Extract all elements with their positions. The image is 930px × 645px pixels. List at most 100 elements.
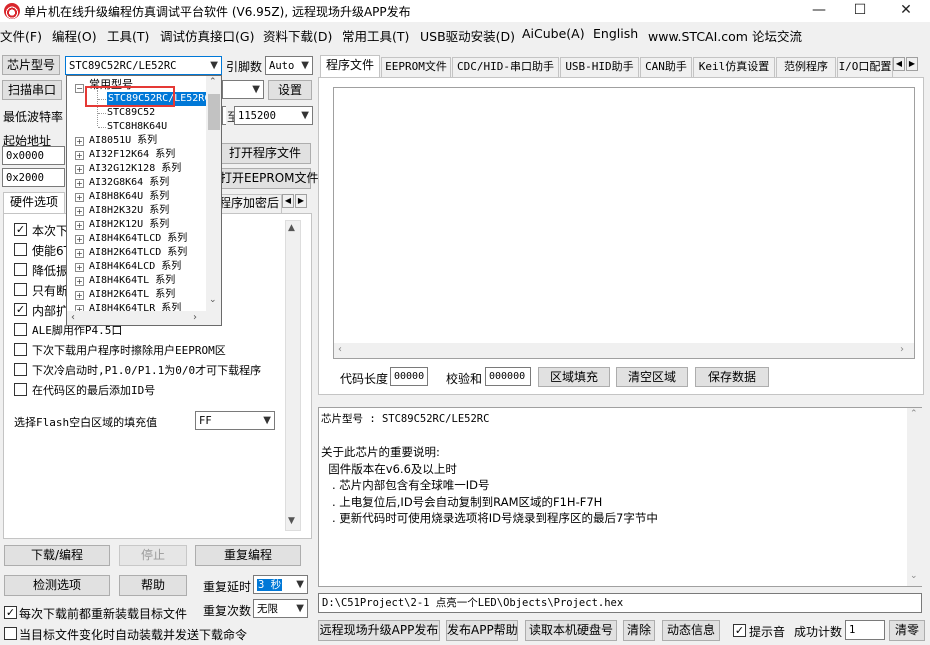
beep-checkbox[interactable]: ✓ — [733, 624, 746, 637]
option-checkbox-6[interactable] — [14, 343, 27, 356]
code-hex-view[interactable]: ‹ › — [333, 87, 915, 359]
hex-hscrollbar[interactable]: ‹ › — [334, 343, 914, 358]
menu-english[interactable]: English — [593, 26, 638, 41]
fill-value-combo[interactable]: FF ▼ — [195, 411, 275, 430]
tree-item[interactable]: STC8H8K64U — [107, 120, 167, 134]
dropdown-vscrollbar[interactable]: ⌃ ⌄ — [206, 76, 221, 311]
option-checkbox-0[interactable]: ✓ — [14, 223, 27, 236]
tab-6[interactable]: 范例程序 — [776, 57, 836, 77]
option-checkbox-2[interactable] — [14, 263, 27, 276]
check-options-button[interactable]: 检测选项 — [4, 575, 110, 596]
menu-aicube[interactable]: AiCube(A) — [522, 26, 585, 41]
download-program-button[interactable]: 下载/编程 — [4, 545, 110, 566]
tree-series-item[interactable]: AI8H2K64TLCD 系列 — [89, 246, 187, 260]
tab-scroll-right-icon[interactable]: ▶ — [906, 57, 918, 71]
menu-file[interactable]: 文件(F) — [0, 26, 42, 45]
scroll-up-icon[interactable]: ⌃ — [209, 77, 217, 87]
min-baud-combo[interactable] — [222, 106, 226, 125]
expand-icon[interactable]: + — [75, 137, 84, 146]
area-fill-button[interactable]: 区域填充 — [538, 367, 610, 387]
option-checkbox-7[interactable] — [14, 363, 27, 376]
expand-icon[interactable]: + — [75, 277, 84, 286]
menu-program[interactable]: 编程(O) — [52, 26, 97, 45]
max-baud-combo[interactable]: 115200 ▼ — [234, 106, 313, 125]
dynamic-info-button[interactable]: 动态信息 — [662, 620, 720, 641]
tree-series-item[interactable]: AI8H2K32U 系列 — [89, 204, 169, 218]
tab-2[interactable]: CDC/HID-串口助手 — [452, 57, 559, 77]
repeat-count-combo[interactable]: 无限 ▼ — [253, 599, 308, 618]
tree-series-item[interactable]: AI32G8K64 系列 — [89, 176, 169, 190]
chip-dropdown-list[interactable]: − 常用型号 STC89C52RC/LE52RC STC89C52 STC8H8K64U… — [66, 75, 222, 326]
collapse-icon[interactable]: − — [75, 84, 84, 93]
tree-series-item[interactable]: AI32G12K128 系列 — [89, 162, 181, 176]
tab-scroll-left-icon[interactable]: ◀ — [282, 194, 294, 208]
option-checkbox-1[interactable] — [14, 243, 27, 256]
expand-icon[interactable]: + — [75, 221, 84, 230]
start-address-field[interactable]: 0x0000 — [2, 146, 65, 165]
expand-icon[interactable]: + — [75, 291, 84, 300]
save-data-button[interactable]: 保存数据 — [695, 367, 769, 387]
scroll-down-icon[interactable]: ⌄ — [910, 571, 918, 581]
clear-area-button[interactable]: 清空区域 — [616, 367, 688, 387]
expand-icon[interactable]: + — [75, 263, 84, 272]
scan-port-button[interactable]: 扫描串口 — [2, 80, 62, 100]
info-scrollbar[interactable]: ⌃ ⌄ — [907, 408, 922, 586]
menu-usb-driver[interactable]: USB驱动安装(D) — [420, 26, 515, 45]
menu-tools[interactable]: 工具(T) — [107, 26, 149, 45]
settings-button[interactable]: 设置 — [268, 80, 312, 100]
scroll-left-icon[interactable]: ‹ — [338, 344, 342, 355]
scroll-down-icon[interactable]: ⌄ — [209, 295, 217, 305]
reprogram-button[interactable]: 重复编程 — [195, 545, 301, 566]
open-program-file-button[interactable]: 打开程序文件 — [219, 143, 311, 164]
tree-series-item[interactable]: AI8H4K64TL 系列 — [89, 274, 175, 288]
tab-0[interactable]: 程序文件 — [320, 55, 380, 77]
reset-count-button[interactable]: 清零 — [889, 620, 925, 641]
reload-checkbox[interactable]: ✓ — [4, 606, 17, 619]
tree-series-item[interactable]: AI8051U 系列 — [89, 134, 157, 148]
pin-count-combo[interactable]: Auto ▼ — [265, 56, 313, 75]
tree-series-item[interactable]: AI8H2K12U 系列 — [89, 218, 169, 232]
expand-icon[interactable]: + — [75, 151, 84, 160]
tab-7[interactable]: I/O口配置 — [837, 57, 893, 77]
scroll-right-icon[interactable]: › — [193, 312, 197, 323]
menu-forum[interactable]: www.STCAI.com 论坛交流 — [648, 26, 802, 45]
tab-4[interactable]: CAN助手 — [640, 57, 692, 77]
close-button[interactable]: ✕ — [884, 0, 928, 22]
menu-common-tools[interactable]: 常用工具(T) — [342, 26, 409, 45]
menu-debug[interactable]: 调试仿真接口(G) — [160, 26, 254, 45]
port-combo[interactable]: ▼ — [222, 80, 264, 99]
expand-icon[interactable]: + — [75, 235, 84, 244]
option-checkbox-3[interactable] — [14, 283, 27, 296]
tab-encrypt[interactable]: 程序加密后 — [216, 194, 282, 213]
tab-scroll-left-icon[interactable]: ◀ — [893, 57, 905, 71]
menu-download[interactable]: 资料下载(D) — [263, 26, 332, 45]
expand-icon[interactable]: + — [75, 179, 84, 188]
tree-series-item[interactable]: AI32F12K64 系列 — [89, 148, 175, 162]
expand-icon[interactable]: + — [75, 207, 84, 216]
remote-upgrade-publish-button[interactable]: 远程现场升级APP发布 — [318, 620, 440, 641]
scroll-up-icon[interactable]: ▲ — [288, 223, 295, 233]
scroll-right-icon[interactable]: › — [900, 344, 904, 355]
option-checkbox-4[interactable]: ✓ — [14, 303, 27, 316]
open-eeprom-file-button[interactable]: 打开EEPROM文件 — [219, 168, 319, 189]
tab-3[interactable]: USB-HID助手 — [560, 57, 639, 77]
clear-log-button[interactable]: 清除 — [623, 620, 655, 641]
tab-hardware-options[interactable]: 硬件选项 — [3, 192, 65, 213]
expand-icon[interactable]: + — [75, 249, 84, 258]
expand-icon[interactable]: + — [75, 193, 84, 202]
maximize-button[interactable]: ☐ — [838, 0, 882, 22]
repeat-delay-combo[interactable]: 3 秒 ▼ — [253, 575, 308, 594]
scroll-down-icon[interactable]: ▼ — [288, 516, 295, 526]
scroll-left-icon[interactable]: ‹ — [71, 312, 75, 323]
tree-series-item[interactable]: AI8H4K64LCD 系列 — [89, 260, 181, 274]
option-checkbox-5[interactable] — [14, 323, 27, 336]
tree-series-item[interactable]: AI8H8K64U 系列 — [89, 190, 169, 204]
auto-load-checkbox[interactable] — [4, 627, 17, 640]
expand-icon[interactable]: + — [75, 165, 84, 174]
tab-scroll-right-icon[interactable]: ▶ — [295, 194, 307, 208]
scroll-up-icon[interactable]: ⌃ — [910, 409, 918, 419]
chip-type-combo[interactable]: STC89C52RC/LE52RC ▼ — [65, 56, 222, 75]
tree-item[interactable]: STC89C52 — [107, 106, 155, 120]
minimize-button[interactable]: — — [797, 0, 841, 22]
options-scrollbar[interactable]: ▲ ▼ — [285, 220, 301, 531]
